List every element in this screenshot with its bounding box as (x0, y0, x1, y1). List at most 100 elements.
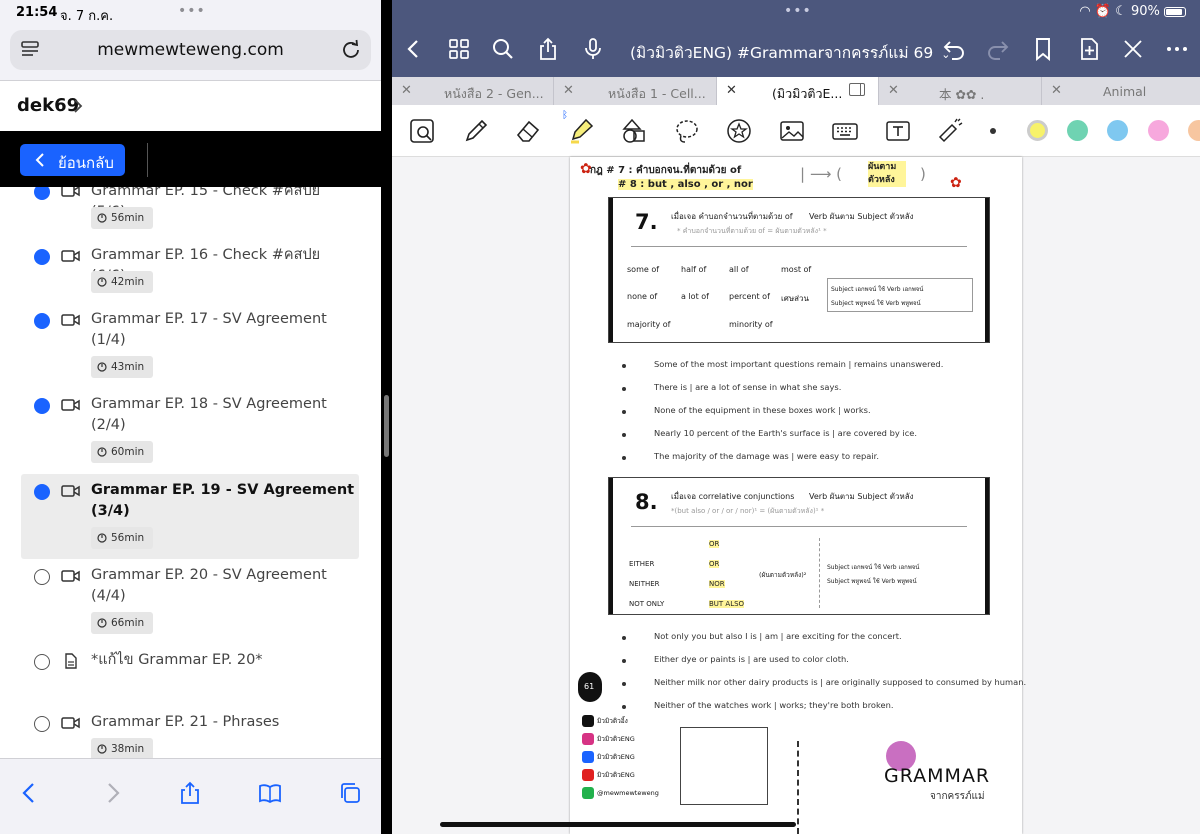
microphone-icon[interactable] (581, 37, 605, 61)
lasso-icon[interactable] (673, 117, 701, 145)
tools-icon[interactable] (1121, 37, 1145, 61)
color-swatch-green[interactable] (1067, 120, 1088, 141)
lesson-item[interactable]: Grammar EP. 17 - SV Agreement (1/4) 43mi… (21, 311, 359, 383)
battery-percent: 90% (1130, 4, 1160, 19)
forward-nav-icon[interactable] (100, 781, 124, 805)
rule-line-singular: Subject เอกพจน์ ใช้ Verb เอกพจน์ (827, 564, 920, 571)
tab-label[interactable]: หนังสือ 1 - Cell... (608, 84, 706, 104)
close-icon[interactable]: ✕ (726, 83, 737, 98)
shapes-icon[interactable] (620, 117, 648, 145)
keyboard-icon[interactable] (831, 117, 859, 145)
example-sentence: Neither of the watches work | works; the… (654, 700, 894, 710)
lesson-title[interactable]: Grammar EP. 21 - Phrases (91, 712, 356, 733)
stroke-size-dot[interactable] (990, 128, 996, 134)
unchecked-icon (34, 716, 50, 732)
breadcrumb[interactable]: dek69 (0, 80, 381, 131)
tab-notes[interactable]: ✕ 本 ✿✿ . (879, 77, 1042, 105)
lesson-item[interactable]: Grammar EP. 20 - SV Agreement (4/4) 66mi… (21, 567, 359, 639)
laser-pointer-icon[interactable] (936, 117, 964, 145)
tab-label[interactable]: หนังสือ 2 - Gen... (444, 84, 544, 104)
bluetooth-icon: ᛒ (562, 110, 568, 121)
box-heading-right: Verb ผันตาม Subject ตัวหลัง (809, 212, 914, 221)
flower-doodle: ✿ (950, 175, 962, 191)
logo-main: GRAMMAR (884, 765, 991, 787)
timer-icon (97, 744, 107, 754)
share-icon[interactable] (536, 37, 560, 61)
back-nav-icon[interactable] (18, 781, 42, 805)
undo-icon[interactable] (942, 37, 966, 61)
pen-icon[interactable] (462, 117, 490, 145)
lesson-title[interactable]: *แก้ไข Grammar EP. 20* (91, 650, 356, 671)
tab-label[interactable]: 本 ✿✿ . (939, 84, 984, 103)
zoom-window-icon[interactable] (408, 117, 436, 145)
color-swatch-yellow[interactable] (1027, 120, 1048, 141)
tab-book-2[interactable]: ✕ หนังสือ 2 - Gen... (392, 77, 554, 105)
search-icon[interactable] (491, 37, 515, 61)
conjunction: OR (709, 560, 720, 568)
split-view-handle[interactable] (384, 395, 389, 457)
lesson-title[interactable]: Grammar EP. 17 - SV Agreement (1/4) (91, 309, 356, 351)
thumbnails-grid-icon[interactable] (447, 37, 471, 61)
correlative-row: NOT ONLY (629, 600, 665, 608)
tabs-icon[interactable] (338, 781, 362, 805)
bookmark-icon[interactable] (1031, 37, 1055, 61)
status-time: 21:54 (16, 5, 58, 20)
color-swatch-pink[interactable] (1148, 120, 1169, 141)
split-view-icon[interactable] (849, 83, 865, 96)
color-swatch-blue[interactable] (1107, 120, 1128, 141)
duration-text: 38min (111, 743, 145, 755)
lesson-item[interactable]: Grammar EP. 15 - Check #คสปย (5/6) 56min (21, 187, 359, 247)
sticker-icon[interactable] (725, 117, 753, 145)
rule-line-singular: Subject เอกพจน์ ใช้ Verb เอกพจน์ (831, 286, 924, 293)
word-tile: some of (627, 265, 660, 274)
rule-box-8: 8. เมื่อเจอ correlative conjunctions Ver… (608, 477, 990, 615)
tab-book-1[interactable]: ✕ หนังสือ 1 - Cell... (554, 77, 717, 105)
document-title-text[interactable]: (มิวมิวติวENG) #Grammarจากครรภ์แม่ 69 (630, 44, 933, 62)
check-icon (34, 484, 50, 500)
close-icon[interactable]: ✕ (563, 83, 574, 98)
lesson-title[interactable]: Grammar EP. 20 - SV Agreement (4/4) (91, 565, 356, 607)
check-icon (34, 398, 50, 414)
redo-icon[interactable] (986, 37, 1010, 61)
breadcrumb-title[interactable]: dek69 (17, 95, 79, 116)
tab-label[interactable]: (มิวมิวติวE... (772, 84, 842, 104)
lesson-item[interactable]: *แก้ไข Grammar EP. 20* (21, 652, 359, 694)
lesson-item[interactable]: Grammar EP. 21 - Phrases 38min (21, 714, 359, 758)
image-icon[interactable] (778, 117, 806, 145)
eraser-icon[interactable] (514, 117, 542, 145)
duration-badge: 56min (91, 527, 153, 549)
back-button[interactable]: ย้อนกลับ (20, 144, 125, 176)
lesson-item-active[interactable]: Grammar EP. 19 - SV Agreement (3/4) 56mi… (21, 474, 359, 559)
home-indicator (440, 822, 796, 827)
alarm-icon: ⏰ (1094, 4, 1112, 19)
highlighter-icon[interactable] (567, 117, 595, 145)
unchecked-icon (34, 569, 50, 585)
bookmarks-icon[interactable] (258, 781, 282, 805)
lesson-title[interactable]: Grammar EP. 18 - SV Agreement (2/4) (91, 394, 356, 436)
url-text[interactable]: mewmewteweng.com (10, 40, 371, 60)
share-icon[interactable] (178, 781, 202, 805)
back-icon[interactable] (402, 37, 426, 61)
lesson-title[interactable]: Grammar EP. 19 - SV Agreement (3/4) (91, 480, 356, 522)
close-icon[interactable]: ✕ (888, 83, 899, 98)
tab-animal[interactable]: ✕ Animal (1042, 77, 1200, 105)
more-icon[interactable] (1165, 37, 1189, 61)
close-icon[interactable]: ✕ (401, 83, 412, 98)
multitask-dots-icon[interactable]: ••• (784, 3, 812, 19)
close-icon[interactable]: ✕ (1051, 83, 1062, 98)
multitask-dots-icon[interactable]: ••• (178, 3, 206, 19)
add-page-icon[interactable] (1077, 37, 1101, 61)
tab-grammar[interactable]: ✕ (มิวมิวติวE... (717, 77, 879, 105)
conjunction: BUT ALSO (709, 600, 745, 608)
notebook-page[interactable]: ✿ กฎ # 7 : คำบอกจน.ที่ตามด้วย of # 8 : b… (570, 157, 1026, 834)
rule-number: 7. (635, 210, 658, 234)
lesson-item[interactable]: Grammar EP. 16 - Check #คสปย (6/6) 42min (21, 247, 359, 309)
tab-label[interactable]: Animal (1103, 84, 1146, 99)
text-box-icon[interactable] (884, 117, 912, 145)
address-bar[interactable]: mewmewteweng.com (10, 30, 371, 70)
reload-icon[interactable] (341, 39, 361, 59)
conjunction: NOR (709, 580, 725, 588)
document-title[interactable]: (มิวมิวติวENG) #Grammarจากครรภ์แม่ 69 ⌄ (630, 40, 950, 65)
video-icon (61, 717, 80, 729)
lesson-item[interactable]: Grammar EP. 18 - SV Agreement (2/4) 60mi… (21, 396, 359, 468)
